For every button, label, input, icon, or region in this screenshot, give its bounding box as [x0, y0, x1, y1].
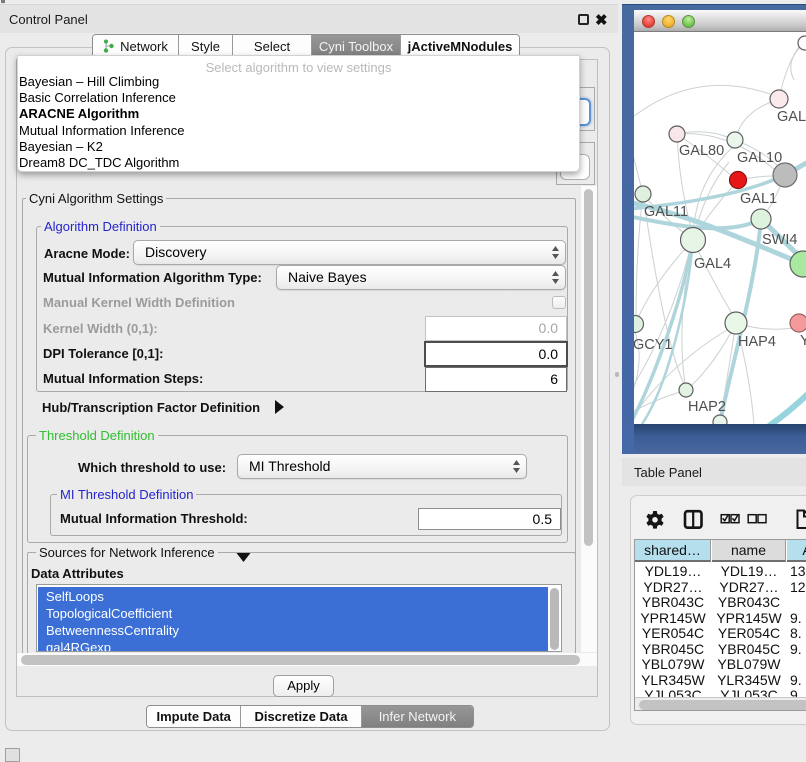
svg-text:HAP2: HAP2 — [688, 399, 726, 415]
svg-text:Y: Y — [800, 333, 806, 349]
svg-text:GAL: GAL — [777, 109, 806, 125]
svg-text:GAL80: GAL80 — [679, 143, 724, 159]
svg-text:GAL11: GAL11 — [644, 204, 688, 220]
svg-text:GCY1: GCY1 — [634, 337, 673, 353]
svg-text:GAL10: GAL10 — [737, 150, 782, 166]
svg-text:HAP4: HAP4 — [738, 334, 776, 350]
svg-text:GAL4: GAL4 — [694, 256, 731, 272]
svg-text:GAL1: GAL1 — [740, 191, 777, 207]
svg-text:SWI4: SWI4 — [762, 232, 797, 248]
